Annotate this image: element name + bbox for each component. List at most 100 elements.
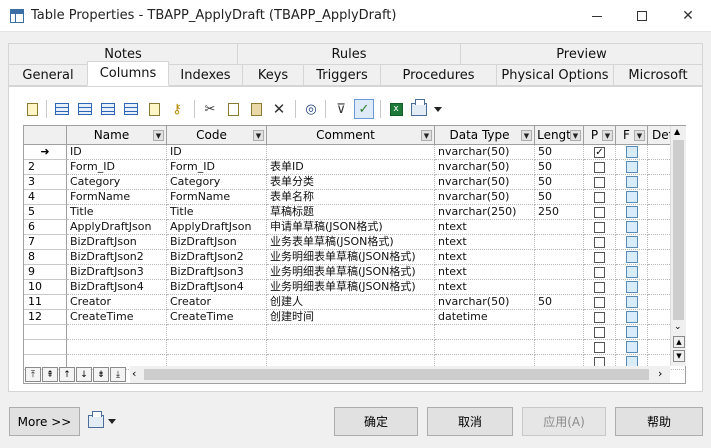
chevron-down-icon[interactable]: ▼ [570,130,581,141]
chevron-down-icon[interactable]: ▼ [153,130,164,141]
add-row-button[interactable] [52,99,72,119]
cell-name[interactable]: Form_ID [67,160,167,175]
cell-comment[interactable]: 创建时间 [267,310,435,325]
copy-button[interactable] [223,99,243,119]
cell-code[interactable]: Creator [167,295,267,310]
cell-code[interactable]: Form_ID [167,160,267,175]
column-header-foreign[interactable]: F ▼ [616,126,648,145]
filter-enabled-button[interactable]: ✓ [354,99,374,119]
key-button[interactable]: ⚷ [167,99,187,119]
cell-name[interactable]: Category [67,175,167,190]
cell-code[interactable]: BizDraftJson [167,235,267,250]
column-header-length[interactable]: Lengt ▼ [535,126,584,145]
cell-name[interactable]: ApplyDraftJson [67,220,167,235]
cell-type[interactable]: ntext [435,265,535,280]
cell-length[interactable] [535,250,584,265]
primary-key-checkbox[interactable] [594,282,605,293]
cell-length[interactable]: 50 [535,145,584,160]
print-dropdown-button[interactable] [428,99,448,119]
tab-indexes[interactable]: Indexes [168,64,243,86]
columns-grid[interactable]: Name ▼ Code ▼ Comment ▼ Data Type ▼ Lengt ▼ P… [23,125,686,384]
primary-key-checkbox[interactable] [594,162,605,173]
row-number[interactable] [24,340,67,355]
ok-button[interactable]: 确定 [334,407,418,436]
primary-key-checkbox[interactable]: ✓ [594,147,605,158]
foreign-key-checkbox[interactable] [626,326,638,338]
cell-length[interactable]: 50 [535,175,584,190]
row-number[interactable]: 12 [24,310,67,325]
cell-type[interactable] [435,325,535,340]
cell-type[interactable] [435,340,535,355]
cell-code[interactable]: FormName [167,190,267,205]
cell-comment[interactable]: 创建人 [267,295,435,310]
cell-type[interactable]: ntext [435,235,535,250]
scroll-page-down-icon[interactable]: ▼ [673,350,685,362]
cell-length[interactable]: 50 [535,190,584,205]
tab-rules[interactable]: Rules [237,43,461,65]
primary-key-checkbox[interactable] [594,252,605,263]
cell-length[interactable] [535,220,584,235]
cell-comment[interactable] [267,340,435,355]
print-button[interactable] [88,410,122,431]
cell-name[interactable]: BizDraftJson4 [67,280,167,295]
cell-comment[interactable] [267,145,435,160]
chevron-down-icon[interactable]: ▼ [634,130,645,141]
cell-length[interactable] [535,265,584,280]
cell-length[interactable]: 250 [535,205,584,220]
cell-comment[interactable]: 业务明细表单草稿(JSON格式) [267,250,435,265]
cell-type[interactable]: nvarchar(50) [435,190,535,205]
row-number[interactable]: 2 [24,160,67,175]
delete-button[interactable]: ✕ [269,99,289,119]
primary-key-checkbox[interactable] [594,207,605,218]
cell-name[interactable]: Creator [67,295,167,310]
primary-key-checkbox[interactable] [594,267,605,278]
cell-comment[interactable] [267,325,435,340]
domain-button[interactable] [144,99,164,119]
foreign-key-checkbox[interactable] [626,236,638,248]
find-button[interactable]: ◎ [301,99,321,119]
cell-code[interactable]: ID [167,145,267,160]
column-header-name[interactable]: Name ▼ [67,126,167,145]
cell-type[interactable]: ntext [435,250,535,265]
horizontal-scroll-thumb[interactable] [144,369,649,380]
cell-length[interactable] [535,280,584,295]
scroll-right-icon[interactable]: › [658,367,662,380]
row-number[interactable]: 10 [24,280,67,295]
move-bottom-button[interactable]: ⤓ [110,367,126,382]
move-up-button[interactable]: ↑ [59,367,75,382]
row-number[interactable] [24,325,67,340]
cell-name[interactable]: BizDraftJson [67,235,167,250]
cell-code[interactable] [167,325,267,340]
cancel-button[interactable]: 取消 [427,407,513,436]
cell-type[interactable]: nvarchar(250) [435,205,535,220]
apply-button[interactable]: 应用(A) [522,407,606,436]
cell-name[interactable]: ID [67,145,167,160]
chevron-down-icon[interactable]: ▼ [253,130,264,141]
vertical-scrollbar[interactable]: ▲ ⌄ ▲ ▼ [670,126,686,366]
chevron-down-icon[interactable]: ▼ [521,130,532,141]
move-page-up-button[interactable]: ⇞ [42,367,58,382]
cell-type[interactable]: nvarchar(50) [435,175,535,190]
cell-type[interactable]: nvarchar(50) [435,160,535,175]
primary-key-checkbox[interactable] [594,327,605,338]
cell-type[interactable]: nvarchar(50) [435,145,535,160]
vertical-scroll-thumb[interactable] [673,140,684,320]
cell-type[interactable]: ntext [435,220,535,235]
row-number[interactable]: 6 [24,220,67,235]
replicate-button[interactable] [121,99,141,119]
cell-length[interactable] [535,325,584,340]
cell-code[interactable]: ApplyDraftJson [167,220,267,235]
close-button[interactable]: ✕ [665,0,711,32]
row-number[interactable]: 9 [24,265,67,280]
row-number[interactable]: 7 [24,235,67,250]
tab-keys[interactable]: Keys [242,64,304,86]
cell-length[interactable]: 50 [535,295,584,310]
foreign-key-checkbox[interactable] [626,266,638,278]
cell-type[interactable]: ntext [435,280,535,295]
column-header-data-type[interactable]: Data Type ▼ [435,126,535,145]
cell-comment[interactable]: 表单ID [267,160,435,175]
cell-type[interactable]: nvarchar(50) [435,295,535,310]
properties-button[interactable] [22,99,42,119]
cell-code[interactable]: Title [167,205,267,220]
tab-microsoft[interactable]: Microsoft [613,64,703,86]
